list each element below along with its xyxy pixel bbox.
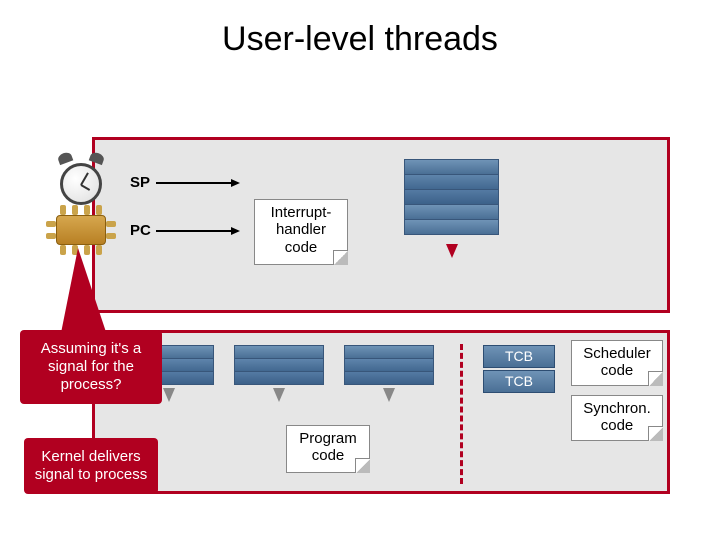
kernel-stack-arrow [446, 244, 458, 258]
tcb-1: TCB [483, 345, 555, 368]
pc-arrow [156, 230, 238, 232]
thread-divider [460, 344, 463, 484]
assuming-callout: Assuming it's a signal for the process? [20, 330, 162, 404]
kernel-stack [404, 159, 499, 234]
user-stack-1-arrow [163, 388, 175, 402]
slide-title: User-level threads [0, 20, 720, 59]
interrupt-handler-box: Interrupt- handler code [254, 199, 348, 265]
program-code-box: Program code [286, 425, 370, 473]
sp-arrow [156, 182, 238, 184]
user-stack-3-arrow [383, 388, 395, 402]
user-stack-2-arrow [273, 388, 285, 402]
sp-label: SP [130, 174, 150, 191]
scheduler-box: Scheduler code [571, 340, 663, 386]
kernel-callout: Kernel delivers signal to process [24, 438, 158, 494]
user-stack-2 [234, 345, 324, 384]
kernel-space-frame [92, 137, 670, 313]
pc-label: PC [130, 222, 151, 239]
synchron-box: Synchron. code [571, 395, 663, 441]
user-stack-3 [344, 345, 434, 384]
callout-tail [60, 248, 108, 338]
assuming-text: Assuming it's a signal for the process? [41, 340, 141, 393]
alarm-clock-icon [52, 151, 110, 209]
kernel-text: Kernel delivers signal to process [35, 448, 148, 483]
tcb-2: TCB [483, 370, 555, 393]
